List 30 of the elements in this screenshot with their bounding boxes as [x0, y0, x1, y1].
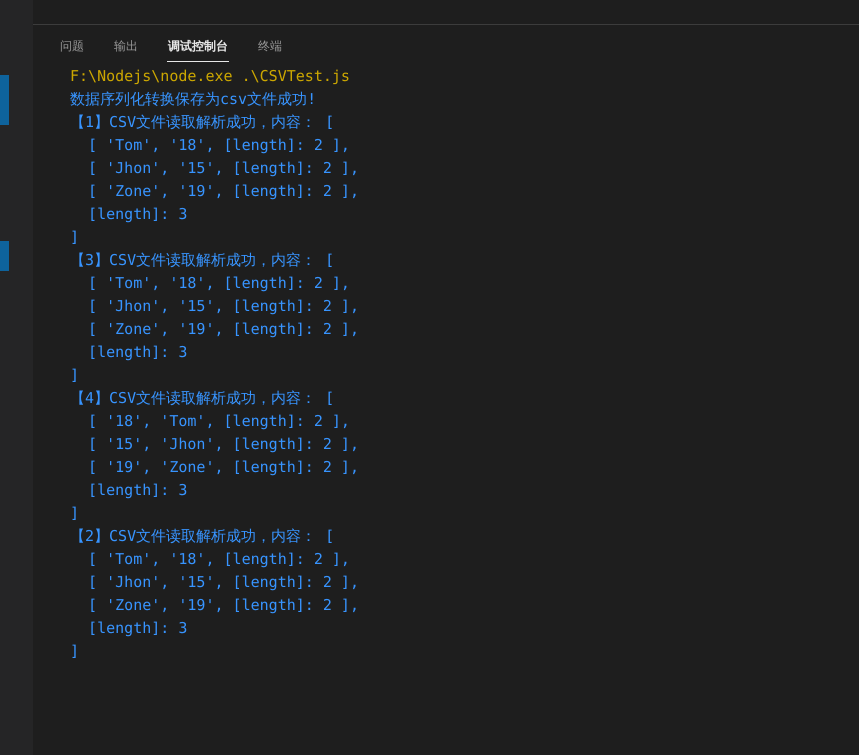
console-line: [ 'Jhon', '15', [length]: 2 ], — [87, 296, 359, 317]
console-line: [ 'Tom', '18', [length]: 2 ], — [87, 135, 350, 156]
console-line: [ 'Zone', '19', [length]: 2 ], — [87, 319, 359, 340]
console-line: 【2】CSV文件读取解析成功，内容： [ — [70, 526, 334, 547]
console-line: ] — [70, 365, 80, 386]
console-line: 【3】CSV文件读取解析成功，内容： [ — [70, 250, 334, 271]
panel-tab[interactable]: 调试控制台 — [167, 37, 229, 62]
console-line: [ 'Tom', '18', [length]: 2 ], — [87, 273, 350, 294]
console-line: ] — [70, 503, 80, 524]
console-line: ] — [70, 641, 80, 662]
console-line: F:\Nodejs\node.exe .\CSVTest.js — [70, 66, 350, 87]
panel-tab[interactable]: 终端 — [257, 37, 283, 62]
console-line: [ 'Jhon', '15', [length]: 2 ], — [87, 572, 359, 593]
panel-tab[interactable]: 问题 — [59, 37, 85, 62]
panel-tab[interactable]: 输出 — [113, 37, 139, 62]
console-line: [ 'Zone', '19', [length]: 2 ], — [87, 595, 359, 616]
console-line: [ 'Tom', '18', [length]: 2 ], — [87, 549, 350, 570]
console-line: [ '15', 'Jhon', [length]: 2 ], — [87, 434, 359, 455]
console-line: [ 'Zone', '19', [length]: 2 ], — [87, 181, 359, 202]
console-line: [ 'Jhon', '15', [length]: 2 ], — [87, 158, 359, 179]
console-line: 【4】CSV文件读取解析成功，内容： [ — [70, 388, 334, 409]
console-line: ] — [70, 227, 80, 248]
console-line: [ '18', 'Tom', [length]: 2 ], — [87, 411, 350, 432]
console-line: [length]: 3 — [87, 204, 188, 225]
console-line: [length]: 3 — [87, 618, 188, 639]
console-line: [length]: 3 — [87, 480, 188, 501]
console-line: 数据序列化转换保存为csv文件成功! — [70, 89, 316, 110]
console-line: 【1】CSV文件读取解析成功，内容： [ — [70, 112, 334, 133]
console-line: [ '19', 'Zone', [length]: 2 ], — [87, 457, 359, 478]
console-line: [length]: 3 — [87, 342, 188, 363]
